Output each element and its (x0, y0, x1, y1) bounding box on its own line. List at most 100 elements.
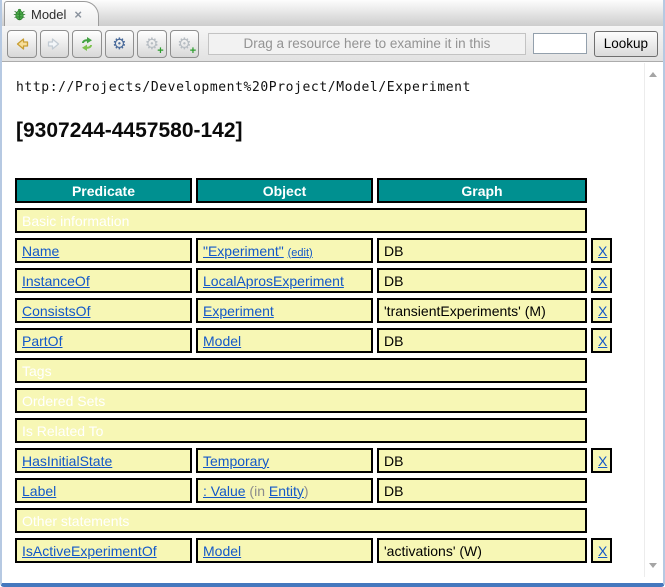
table-header-row: Predicate Object Graph (15, 178, 612, 203)
object-link[interactable]: : Value (203, 483, 246, 499)
object-cell: "Experiment" (edit) (196, 238, 373, 263)
object-link[interactable]: Entity (269, 483, 304, 499)
graph-cell: DB (377, 238, 587, 263)
toolbar: ⚙ ⚙ + ⚙ + Lookup (2, 26, 663, 62)
object-cell: : Value (in Entity) (196, 478, 373, 503)
section-row-basic-information: Basic information (15, 208, 612, 233)
object-cell: Model (196, 538, 373, 563)
add-tab-gear-button[interactable]: ⚙ + (170, 30, 200, 58)
table-row: Name"Experiment" (edit)DBX (15, 238, 612, 263)
section-row-other-statements: Other statements (15, 508, 612, 533)
gear-icon: ⚙ (112, 36, 126, 52)
edit-link[interactable]: (edit) (288, 247, 313, 259)
graph-cell: DB (377, 328, 587, 353)
remove-cell: X (591, 538, 612, 563)
plus-badge-icon: + (190, 46, 196, 56)
object-link[interactable]: LocalAprosExperiment (203, 273, 344, 289)
table-row: IsActiveExperimentOf Model 'activations' (… (15, 538, 612, 563)
predicate-cell: PartOf (15, 328, 192, 353)
browser-content: http://Projects/Development%20Project/Mo… (2, 62, 663, 583)
remove-cell: X (591, 298, 612, 323)
tab-close-icon[interactable]: × (74, 7, 82, 22)
tab-bar: Model × (2, 0, 663, 26)
section-label: Basic information (15, 208, 587, 233)
resource-uri: http://Projects/Development%20Project/Mo… (16, 80, 649, 95)
section-label: Tags (15, 358, 587, 383)
section-row-is-related-to: Is Related To (15, 418, 612, 443)
scroll-up-icon[interactable] (649, 72, 657, 77)
bug-icon (13, 8, 26, 21)
object-link[interactable]: Model (203, 543, 241, 559)
statements-table: Predicate Object Graph Basic information… (11, 173, 616, 568)
object-cell: Model (196, 328, 373, 353)
predicate-cell: IsActiveExperimentOf (15, 538, 192, 563)
column-header-predicate: Predicate (15, 178, 192, 203)
predicate-link[interactable]: Name (22, 243, 59, 259)
column-header-graph: Graph (377, 178, 587, 203)
graph-cell: DB (377, 448, 587, 473)
predicate-link[interactable]: PartOf (22, 333, 62, 349)
remove-statement-link[interactable]: X (598, 303, 607, 319)
plus-badge-icon: + (157, 46, 163, 56)
object-link[interactable]: "Experiment" (203, 243, 284, 259)
object-cell: Temporary (196, 448, 373, 473)
table-row: PartOf Model DB X (15, 328, 612, 353)
remove-statement-link[interactable]: X (598, 543, 607, 559)
settings-button[interactable]: ⚙ (105, 30, 135, 58)
remove-cell: X (591, 328, 612, 353)
tab-model[interactable]: Model × (4, 1, 99, 26)
model-browser-view: Model × ⚙ ⚙ + (0, 0, 665, 587)
graph-cell: DB (377, 478, 587, 503)
predicate-link[interactable]: InstanceOf (22, 273, 90, 289)
scroll-down-icon[interactable] (649, 563, 657, 568)
predicate-link[interactable]: IsActiveExperimentOf (22, 543, 157, 559)
section-label: Other statements (15, 508, 587, 533)
add-view-gear-button[interactable]: ⚙ + (137, 30, 167, 58)
object-muted-text: ) (304, 483, 309, 499)
graph-cell: 'activations' (W) (377, 538, 587, 563)
section-row-tags: Tags (15, 358, 612, 383)
table-row: HasInitialState Temporary DB X (15, 448, 612, 473)
refresh-button[interactable] (72, 30, 102, 58)
drag-resource-field[interactable] (208, 33, 526, 55)
remove-statement-link[interactable]: X (598, 453, 607, 469)
remove-cell: X (591, 448, 612, 473)
predicate-cell: HasInitialState (15, 448, 192, 473)
object-cell: LocalAprosExperiment (196, 268, 373, 293)
forward-arrow-icon (46, 36, 62, 52)
predicate-cell: Name (15, 238, 192, 263)
object-link[interactable]: Experiment (203, 303, 274, 319)
graph-cell: 'transientExperiments' (M) (377, 298, 587, 323)
object-link[interactable]: Model (203, 333, 241, 349)
object-link[interactable]: Temporary (203, 453, 269, 469)
remove-statement-link[interactable]: X (598, 333, 607, 349)
section-row-ordered-sets: Ordered Sets (15, 388, 612, 413)
table-row: Label: Value (in Entity)DB (15, 478, 612, 503)
lookup-button[interactable]: Lookup (594, 31, 658, 57)
remove-statement-link[interactable]: X (598, 243, 607, 259)
predicate-link[interactable]: HasInitialState (22, 453, 112, 469)
remove-cell: X (591, 238, 612, 263)
remove-cell: X (591, 268, 612, 293)
predicate-cell: ConsistsOf (15, 298, 192, 323)
predicate-link[interactable]: Label (22, 483, 56, 499)
back-button[interactable] (7, 30, 37, 58)
vertical-scrollbar[interactable] (644, 63, 661, 577)
forward-button[interactable] (40, 30, 70, 58)
back-arrow-icon (14, 36, 30, 52)
column-header-object: Object (196, 178, 373, 203)
predicate-cell: InstanceOf (15, 268, 192, 293)
table-row: ConsistsOf Experiment 'transientExperiment… (15, 298, 612, 323)
lookup-input[interactable] (533, 33, 587, 54)
object-muted-text: (in (246, 483, 269, 499)
graph-cell: DB (377, 268, 587, 293)
predicate-link[interactable]: ConsistsOf (22, 303, 90, 319)
remove-statement-link[interactable]: X (598, 273, 607, 289)
table-row: InstanceOf LocalAprosExperiment DB X (15, 268, 612, 293)
tab-label: Model (31, 7, 66, 22)
object-cell: Experiment (196, 298, 373, 323)
section-label: Is Related To (15, 418, 587, 443)
predicate-cell: Label (15, 478, 192, 503)
resource-id: [9307244-4457580-142] (16, 119, 649, 143)
refresh-icon (79, 36, 95, 52)
